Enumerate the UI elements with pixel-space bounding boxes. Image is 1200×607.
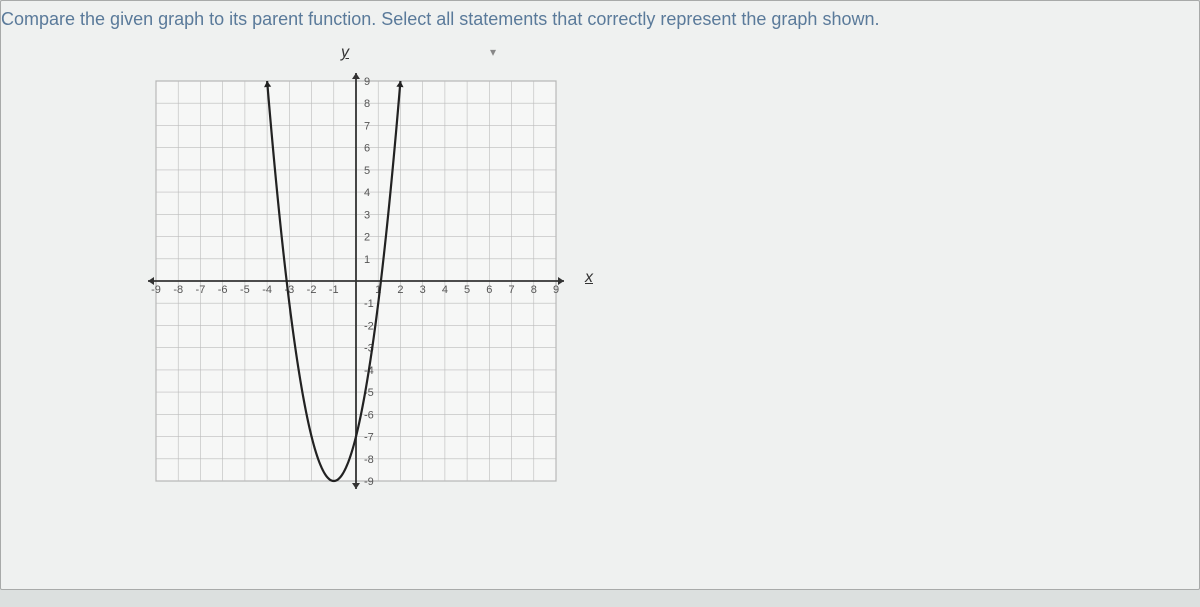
y-axis-label: y: [341, 44, 349, 62]
svg-text:-1: -1: [364, 298, 374, 310]
svg-text:6: 6: [364, 143, 370, 155]
chart-wrapper: y x -9-8-7-6-5-4-3-2-1123456789-9-8-7-6-…: [141, 66, 571, 496]
svg-text:3: 3: [364, 209, 370, 221]
svg-text:6: 6: [486, 284, 492, 296]
svg-text:4: 4: [364, 187, 370, 199]
svg-text:-4: -4: [262, 284, 272, 296]
svg-text:3: 3: [420, 284, 426, 296]
svg-text:-9: -9: [364, 476, 374, 488]
svg-text:2: 2: [397, 284, 403, 296]
svg-text:8: 8: [364, 98, 370, 110]
svg-text:-6: -6: [364, 409, 374, 421]
x-axis-label: x: [585, 269, 593, 287]
svg-text:7: 7: [364, 120, 370, 132]
svg-text:-2: -2: [364, 320, 374, 332]
svg-text:8: 8: [531, 284, 537, 296]
svg-text:-2: -2: [307, 284, 317, 296]
svg-text:-1: -1: [329, 284, 339, 296]
svg-text:9: 9: [553, 284, 559, 296]
svg-text:4: 4: [442, 284, 448, 296]
svg-text:-6: -6: [218, 284, 228, 296]
svg-text:7: 7: [508, 284, 514, 296]
question-text: Compare the given graph to its parent fu…: [1, 9, 1199, 46]
svg-text:1: 1: [364, 254, 370, 266]
svg-text:-3: -3: [284, 284, 294, 296]
svg-text:9: 9: [364, 76, 370, 88]
svg-text:5: 5: [364, 165, 370, 177]
svg-text:-7: -7: [364, 432, 374, 444]
svg-text:2: 2: [364, 232, 370, 244]
question-container: Compare the given graph to its parent fu…: [0, 0, 1200, 590]
svg-text:-5: -5: [240, 284, 250, 296]
svg-text:-9: -9: [151, 284, 161, 296]
chevron-down-icon[interactable]: ▾: [490, 45, 496, 59]
svg-text:-7: -7: [196, 284, 206, 296]
svg-text:-8: -8: [173, 284, 183, 296]
chart-plot: -9-8-7-6-5-4-3-2-1123456789-9-8-7-6-5-4-…: [141, 66, 571, 496]
svg-text:5: 5: [464, 284, 470, 296]
svg-text:-8: -8: [364, 454, 374, 466]
